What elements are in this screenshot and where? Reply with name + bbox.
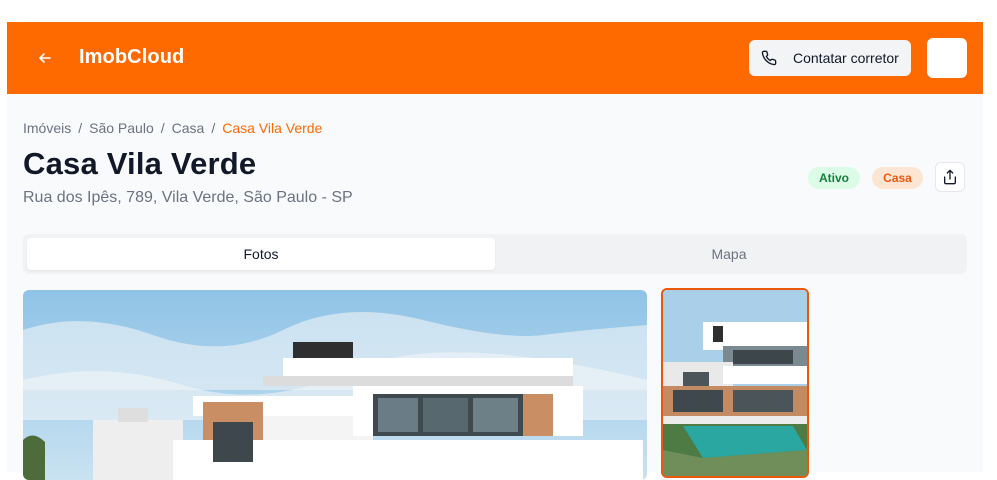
share-button[interactable] bbox=[935, 162, 965, 192]
user-menu-button[interactable] bbox=[927, 38, 967, 78]
status-badge: Ativo bbox=[808, 167, 860, 189]
breadcrumb-item-casa[interactable]: Casa bbox=[172, 120, 205, 136]
breadcrumb-separator: / bbox=[78, 120, 83, 136]
breadcrumb-separator: / bbox=[211, 120, 216, 136]
type-badge: Casa bbox=[872, 167, 923, 189]
breadcrumb: Imóveis / São Paulo / Casa / Casa Vila V… bbox=[23, 120, 322, 136]
arrow-left-icon bbox=[39, 53, 51, 63]
contact-agent-label: Contatar corretor bbox=[793, 50, 899, 66]
top-bar: ImobCloud Contatar corretor bbox=[7, 22, 983, 94]
phone-icon bbox=[761, 50, 777, 66]
house-thumbnail-image bbox=[663, 290, 807, 476]
tab-fotos[interactable]: Fotos bbox=[27, 238, 495, 270]
tab-mapa[interactable]: Mapa bbox=[495, 238, 963, 270]
breadcrumb-item-imoveis[interactable]: Imóveis bbox=[23, 120, 71, 136]
thumbnail-1[interactable] bbox=[661, 288, 809, 478]
main-photo[interactable] bbox=[23, 290, 647, 480]
property-address: Rua dos Ipês, 789, Vila Verde, São Paulo… bbox=[23, 189, 353, 206]
property-page: Imóveis / São Paulo / Casa / Casa Vila V… bbox=[7, 94, 983, 480]
media-tabs: Fotos Mapa bbox=[23, 234, 967, 274]
brand-logo[interactable]: ImobCloud bbox=[79, 46, 184, 69]
contact-agent-button[interactable]: Contatar corretor bbox=[749, 40, 911, 76]
page-title: Casa Vila Verde bbox=[23, 146, 257, 181]
share-icon bbox=[944, 169, 956, 185]
breadcrumb-item-sao-paulo[interactable]: São Paulo bbox=[89, 120, 154, 136]
back-button[interactable] bbox=[35, 48, 55, 68]
breadcrumb-current: Casa Vila Verde bbox=[222, 120, 323, 136]
breadcrumb-separator: / bbox=[160, 120, 165, 136]
house-photo-image bbox=[23, 290, 647, 480]
